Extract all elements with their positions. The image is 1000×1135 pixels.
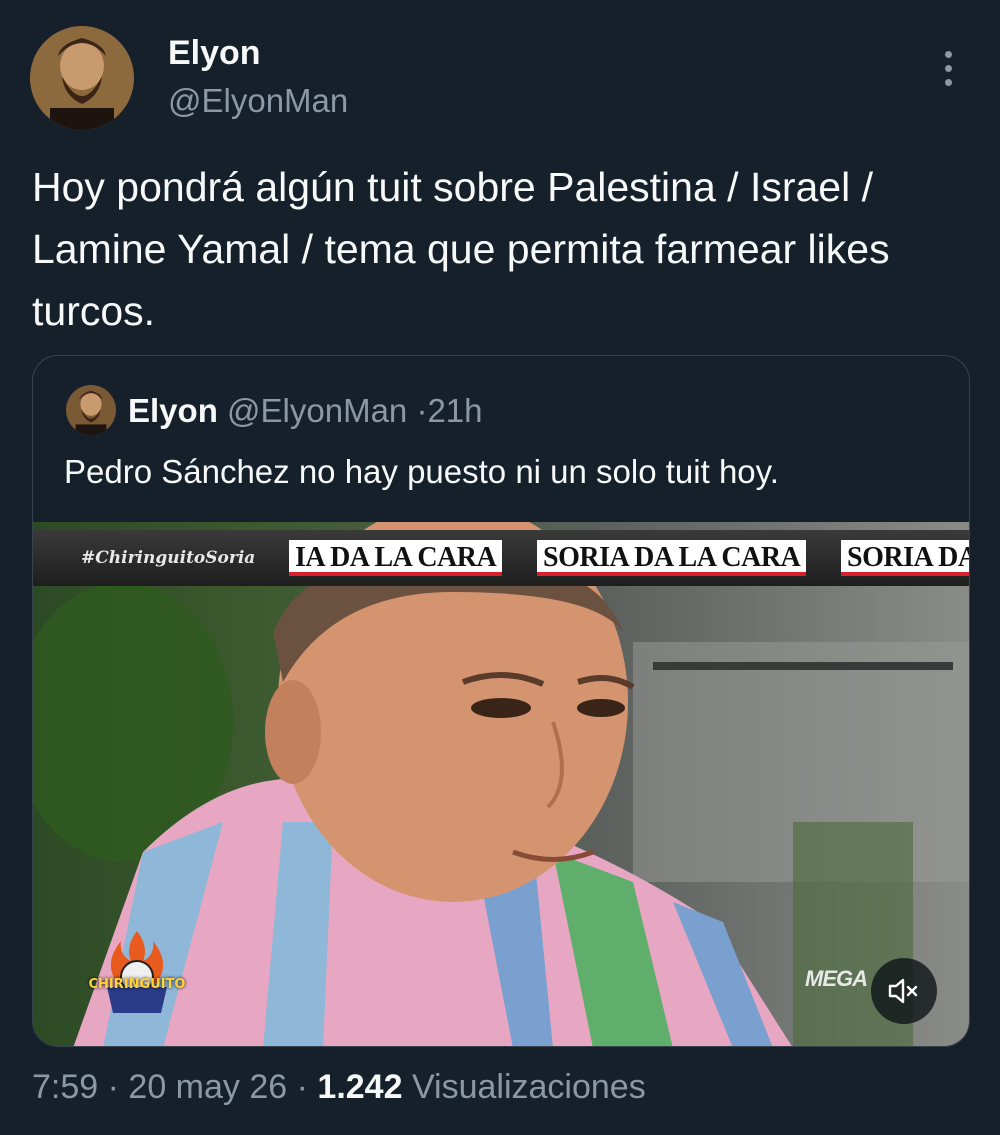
quoted-author-avatar[interactable] [66, 385, 116, 435]
meta-separator: · [107, 1068, 119, 1106]
quoted-header: Elyon @ElyonMan ·21h [128, 392, 483, 430]
ticker-item: IA DA LA CARA [289, 540, 503, 576]
ticker-hashtag: #ChiringuitoSoria [81, 548, 256, 568]
views-count[interactable]: 1.242 [317, 1068, 402, 1106]
show-logo-text: CHIRINGUITO [88, 977, 186, 992]
author-handle[interactable]: @ElyonMan [168, 82, 348, 120]
tweet-metadata: 7:59 · 20 may 26 · 1.242 Visualizaciones [32, 1068, 646, 1107]
quoted-separator: · [416, 392, 428, 429]
author-display-name[interactable]: Elyon [168, 34, 261, 73]
tweet-time[interactable]: 7:59 [32, 1068, 98, 1106]
tweet-date[interactable]: 20 may 26 [128, 1068, 287, 1106]
channel-logo: MEGA [805, 966, 868, 991]
quoted-handle[interactable]: @ElyonMan [227, 392, 407, 429]
views-label[interactable]: Visualizaciones [412, 1068, 646, 1106]
meta-separator: · [296, 1068, 308, 1106]
quoted-display-name[interactable]: Elyon [128, 392, 218, 429]
speaker-muted-icon[interactable] [871, 958, 937, 1024]
quoted-text: Pedro Sánchez no hay puesto ni un solo t… [64, 453, 779, 490]
tweet-text: Hoy pondrá algún tuit sobre Palestina / … [32, 164, 890, 334]
author-avatar[interactable] [30, 26, 134, 130]
news-ticker: #ChiringuitoSoria IA DA LA CARA SORIA DA… [33, 530, 969, 586]
quoted-video[interactable]: #ChiringuitoSoria IA DA LA CARA SORIA DA… [33, 522, 969, 1046]
quoted-tweet[interactable]: Elyon @ElyonMan ·21h Pedro Sánchez no ha… [32, 355, 970, 1047]
ticker-item: SORIA DA LA CARA [537, 540, 807, 576]
more-options-icon[interactable] [928, 44, 968, 92]
tweet: Elyon @ElyonMan Hoy pondrá algún tuit so… [0, 0, 1000, 1135]
quoted-timestamp[interactable]: 21h [427, 392, 482, 429]
ticker-item: SORIA DA [841, 540, 969, 576]
